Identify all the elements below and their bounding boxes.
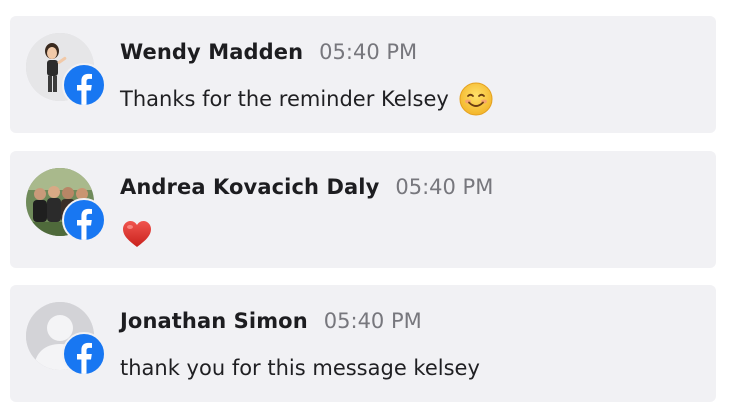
message-list: Wendy Madden 05:40 PM Thanks for the rem…	[0, 0, 730, 416]
avatar-group	[26, 33, 108, 107]
timestamp: 05:40 PM	[395, 175, 494, 199]
message-meta: Jonathan Simon 05:40 PM	[120, 309, 704, 337]
message-card[interactable]: Wendy Madden 05:40 PM Thanks for the rem…	[10, 16, 716, 133]
message-text: Thanks for the reminder Kelsey	[120, 87, 449, 111]
facebook-icon	[62, 63, 106, 107]
avatar-group	[26, 168, 108, 242]
message-text-row	[120, 219, 704, 249]
facebook-icon	[62, 198, 106, 242]
smiling-face-emoji-icon	[459, 82, 493, 116]
message-text: thank you for this message kelsey	[120, 356, 480, 380]
timestamp: 05:40 PM	[319, 40, 418, 64]
sender-name[interactable]: Jonathan Simon	[120, 309, 308, 333]
facebook-icon	[62, 332, 106, 376]
red-heart-emoji-icon	[120, 217, 154, 251]
message-meta: Wendy Madden 05:40 PM	[120, 40, 704, 68]
timestamp: 05:40 PM	[323, 309, 422, 333]
message-card[interactable]: Andrea Kovacich Daly 05:40 PM	[10, 151, 716, 268]
sender-name[interactable]: Andrea Kovacich Daly	[120, 175, 379, 199]
message-body: Jonathan Simon 05:40 PM thank you for th…	[120, 309, 704, 383]
avatar-group	[26, 302, 108, 376]
message-card[interactable]: Jonathan Simon 05:40 PM thank you for th…	[10, 285, 716, 402]
sender-name[interactable]: Wendy Madden	[120, 40, 303, 64]
message-text-row: thank you for this message kelsey	[120, 353, 704, 383]
message-meta: Andrea Kovacich Daly 05:40 PM	[120, 175, 704, 203]
message-body: Wendy Madden 05:40 PM Thanks for the rem…	[120, 40, 704, 116]
message-body: Andrea Kovacich Daly 05:40 PM	[120, 175, 704, 249]
message-text-row: Thanks for the reminder Kelsey	[120, 82, 704, 116]
